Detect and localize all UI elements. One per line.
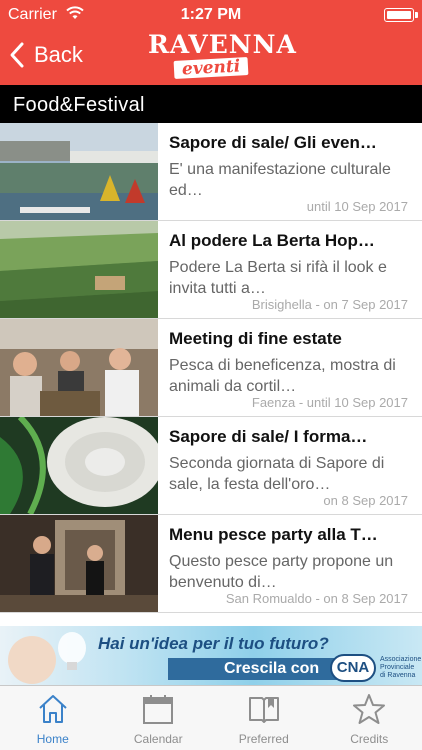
tab-calendar[interactable]: Calendar — [106, 686, 212, 750]
event-title: Sapore di sale/ I forma… — [169, 427, 368, 446]
star-icon — [353, 694, 386, 724]
logo-title: RAVENNA — [148, 30, 297, 59]
tab-bar: Home Calendar Preferred Credits — [0, 685, 422, 750]
back-button-label: Back — [34, 42, 83, 67]
logo-subtitle: eventi — [173, 56, 249, 80]
battery-icon — [384, 8, 418, 22]
event-row-5[interactable]: Menu pesce party alla T… Questo pesce pa… — [0, 515, 422, 613]
event-thumbnail — [0, 319, 158, 416]
tab-preferred-label: Preferred — [238, 732, 289, 746]
event-description: Podere La Berta si rifà il look e invita… — [169, 259, 387, 297]
book-icon — [248, 697, 279, 723]
status-time: 1:27 PM — [180, 6, 242, 23]
event-date: Brisighella - on 7 Sep 2017 — [251, 297, 408, 312]
event-description: Questo pesce party propone un benvenuto … — [169, 553, 394, 591]
event-date: Faenza - until 10 Sep 2017 — [251, 395, 408, 410]
event-title: Sapore di sale/ Gli even… — [169, 133, 377, 152]
section-title: Food&Festival — [0, 85, 422, 123]
chevron-left-icon — [10, 42, 24, 68]
event-description: Pesca di beneficenza, mostra di animali … — [169, 357, 396, 395]
tab-credits-label: Credits — [350, 732, 389, 746]
lightbulb-photo — [8, 632, 86, 684]
tab-home-label: Home — [36, 732, 69, 746]
event-row-2[interactable]: Al podere La Berta Hop… Podere La Berta … — [0, 221, 422, 319]
event-title: Meeting di fine estate — [169, 329, 342, 348]
event-title: Menu pesce party alla T… — [169, 525, 378, 544]
tab-calendar-label: Calendar — [133, 732, 183, 746]
event-row-4[interactable]: Sapore di sale/ I forma… Seconda giornat… — [0, 417, 422, 515]
app-logo: RAVENNA eventi — [148, 30, 297, 80]
cna-logo-subtitle: Associazione Provinciale di Ravenna — [380, 656, 422, 679]
back-button[interactable]: Back — [8, 38, 83, 72]
ad-headline: Hai un'idea per il tuo futuro? — [98, 634, 329, 653]
event-date: on 8 Sep 2017 — [323, 493, 408, 508]
event-description: E' una manifestazione culturale ed… — [169, 161, 391, 199]
tab-home[interactable]: Home — [0, 686, 106, 750]
event-thumbnail — [0, 221, 158, 318]
tab-credits[interactable]: Credits — [317, 686, 422, 750]
event-title: Al podere La Berta Hop… — [169, 231, 375, 250]
ad-banner[interactable]: Hai un'idea per il tuo futuro? Crescila … — [0, 626, 422, 686]
event-description: Seconda giornata di Sapore di sale, la f… — [169, 455, 385, 493]
event-row-1[interactable]: Sapore di sale/ Gli even… E' una manifes… — [0, 123, 422, 221]
status-bar: Carrier 1:27 PM — [0, 0, 422, 30]
event-row-3[interactable]: Meeting di fine estate Pesca di benefice… — [0, 319, 422, 417]
event-thumbnail — [0, 515, 158, 612]
event-thumbnail — [0, 417, 158, 514]
event-list[interactable]: Sapore di sale/ Gli even… E' una manifes… — [0, 123, 422, 619]
event-date: until 10 Sep 2017 — [306, 199, 408, 214]
cna-logo: CNA — [330, 654, 376, 682]
event-thumbnail — [0, 123, 158, 220]
tab-preferred[interactable]: Preferred — [211, 686, 317, 750]
calendar-icon — [143, 695, 174, 724]
event-date: San Romualdo - on 8 Sep 2017 — [225, 591, 408, 606]
home-icon — [39, 695, 67, 723]
navigation-bar: Carrier 1:27 PM Back RAVENNA eventi — [0, 0, 422, 85]
